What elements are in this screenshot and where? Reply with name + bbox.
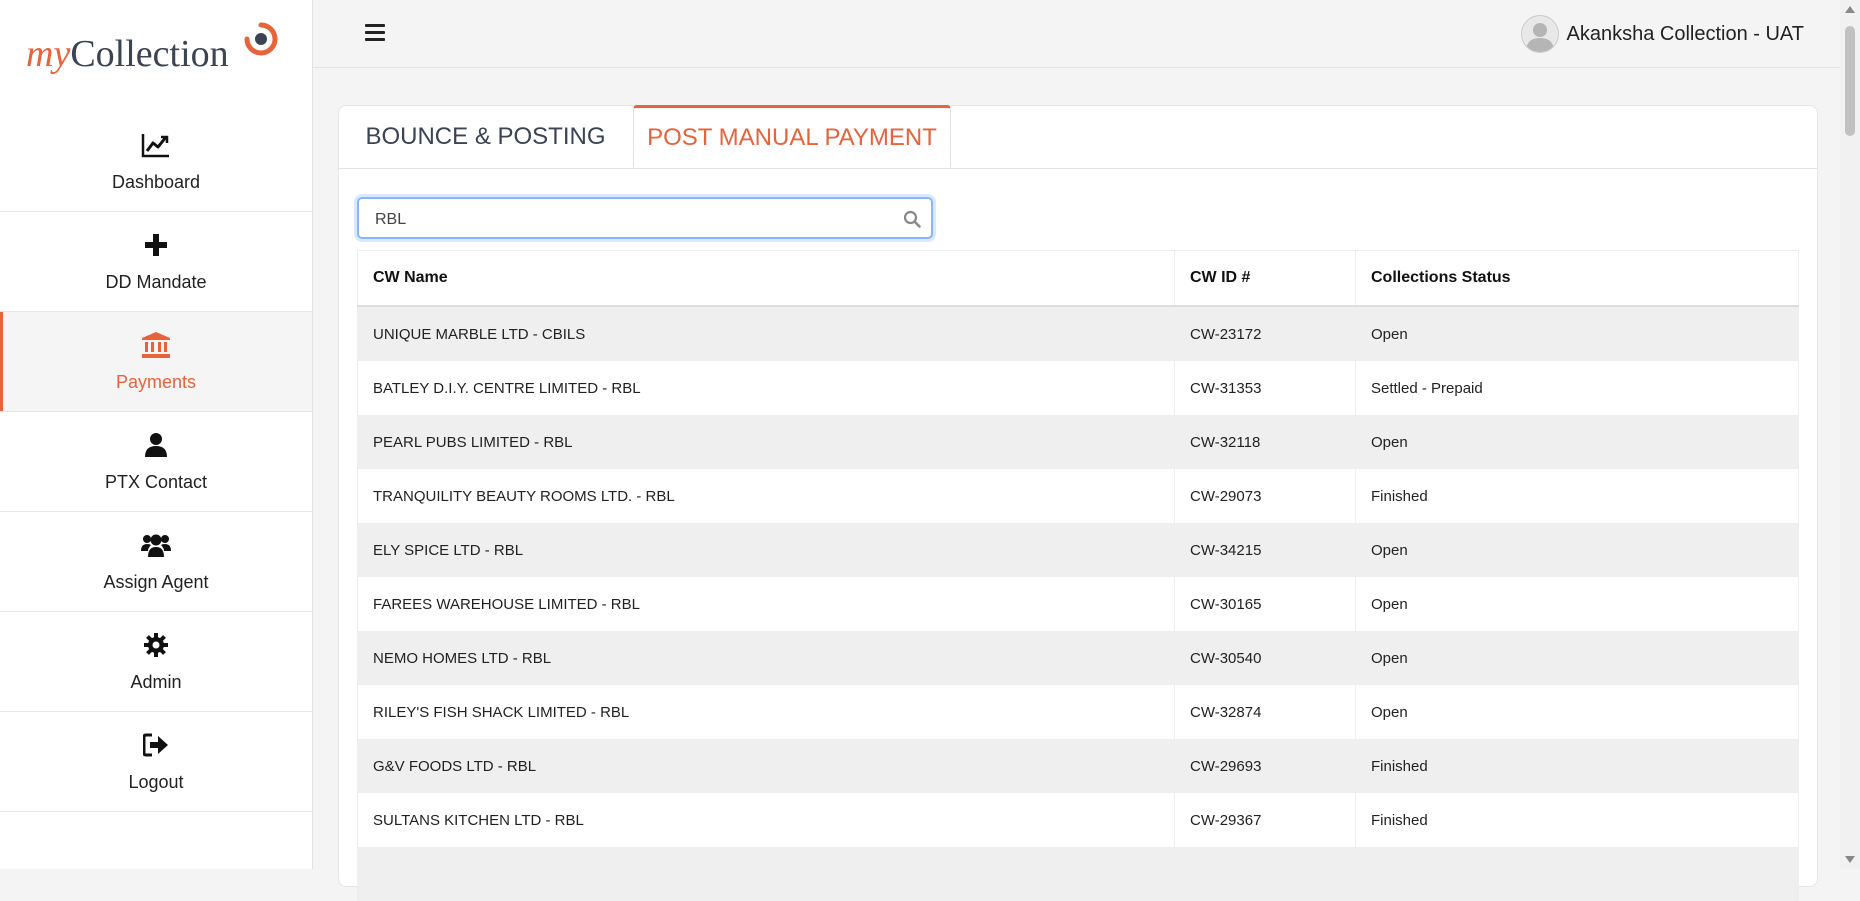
cell-cw-id: CW-30165	[1174, 577, 1356, 631]
cell-cw-id: CW-32118	[1174, 415, 1356, 469]
cell-cw-name: BATLEY D.I.Y. CENTRE LIMITED - RBL	[357, 361, 1175, 415]
table-row[interactable]: SULTANS KITCHEN LTD - RBL CW-29367 Finis…	[357, 793, 1799, 847]
search-icon[interactable]	[903, 210, 921, 228]
cell-cw-name: NEMO HOMES LTD - RBL	[357, 631, 1175, 685]
cell-status: Settled - Prepaid	[1355, 361, 1799, 415]
search-input[interactable]	[373, 207, 877, 233]
cell-cw-id	[1174, 847, 1356, 901]
chart-line-icon	[141, 130, 171, 160]
tab-post-manual-payment[interactable]: POST MANUAL PAYMENT	[633, 105, 951, 168]
cell-cw-id: CW-29073	[1174, 469, 1356, 523]
table-row[interactable]: FAREES WAREHOUSE LIMITED - RBL CW-30165 …	[357, 577, 1799, 631]
logo-collection: Collection	[70, 33, 229, 75]
search-box	[357, 197, 933, 239]
cell-status: Open	[1355, 631, 1799, 685]
table-row[interactable]: ELY SPICE LTD - RBL CW-34215 Open	[357, 523, 1799, 577]
results-table: CW Name CW ID # Collections Status UNIQU…	[357, 250, 1799, 901]
cell-cw-id: CW-30540	[1174, 631, 1356, 685]
table-row[interactable]: BATLEY D.I.Y. CENTRE LIMITED - RBL CW-31…	[357, 361, 1799, 415]
table-row[interactable]: NEMO HOMES LTD - RBL CW-30540 Open	[357, 631, 1799, 685]
gear-icon	[141, 630, 171, 660]
column-header-status[interactable]: Collections Status	[1355, 250, 1799, 307]
sidebar-item-assign-agent[interactable]: Assign Agent	[0, 512, 312, 612]
sidebar-item-ptx-contact[interactable]: PTX Contact	[0, 412, 312, 512]
sidebar-item-label: Logout	[128, 772, 184, 792]
logo-mark-icon	[244, 22, 278, 56]
sidebar-item-payments[interactable]: Payments	[0, 312, 312, 412]
column-header-cw-id[interactable]: CW ID #	[1174, 250, 1356, 307]
logo-my: my	[26, 33, 71, 75]
sidebar-nav: Dashboard DD Mandate Payments PTX Contac…	[0, 112, 312, 812]
avatar	[1520, 15, 1559, 53]
cell-cw-name: G&V FOODS LTD - RBL	[357, 739, 1175, 793]
menu-toggle-icon[interactable]	[365, 24, 385, 42]
cell-cw-name: ELY SPICE LTD - RBL	[357, 523, 1175, 577]
cell-cw-name: SULTANS KITCHEN LTD - RBL	[357, 793, 1175, 847]
scroll-down-icon[interactable]	[1845, 856, 1855, 863]
sidebar-item-dashboard[interactable]: Dashboard	[0, 112, 312, 212]
table-row[interactable]: TRANQUILITY BEAUTY ROOMS LTD. - RBL CW-2…	[357, 469, 1799, 523]
cell-status: Finished	[1355, 739, 1799, 793]
sidebar-item-label: Assign Agent	[103, 572, 209, 592]
sidebar: myCollection Dashboard DD Mandate Paymen…	[0, 0, 313, 869]
sidebar-item-dd-mandate[interactable]: DD Mandate	[0, 212, 312, 312]
cell-status: Open	[1355, 306, 1799, 361]
sidebar-item-admin[interactable]: Admin	[0, 612, 312, 712]
cell-cw-name: UNIQUE MARBLE LTD - CBILS	[357, 306, 1175, 361]
sign-out-icon	[141, 730, 171, 760]
user-icon	[141, 430, 171, 460]
table-header-row: CW Name CW ID # Collections Status	[357, 250, 1799, 307]
cell-status: Finished	[1355, 469, 1799, 523]
column-header-cw-name[interactable]: CW Name	[357, 250, 1175, 307]
cell-status	[1355, 847, 1799, 901]
cell-status: Finished	[1355, 793, 1799, 847]
sidebar-item-label: Admin	[130, 672, 182, 692]
tab-bounce-posting[interactable]: BOUNCE & POSTING	[339, 106, 632, 168]
logo-text: myCollection	[26, 32, 229, 76]
cell-status: Open	[1355, 415, 1799, 469]
cell-cw-id: CW-31353	[1174, 361, 1356, 415]
sidebar-item-logout[interactable]: Logout	[0, 712, 312, 812]
cell-cw-name: FAREES WAREHOUSE LIMITED - RBL	[357, 577, 1175, 631]
main-card: BOUNCE & POSTING POST MANUAL PAYMENT CW …	[338, 105, 1818, 901]
table-row[interactable]: G&V FOODS LTD - RBL CW-29693 Finished	[357, 739, 1799, 793]
cell-cw-name	[357, 847, 1175, 901]
cell-cw-id: CW-29367	[1174, 793, 1356, 847]
user-name: Akanksha Collection - UAT	[1566, 22, 1805, 45]
sidebar-item-label: Dashboard	[111, 172, 201, 192]
scroll-up-icon[interactable]	[1845, 6, 1855, 13]
table-row[interactable]: PEARL PUBS LIMITED - RBL CW-32118 Open	[357, 415, 1799, 469]
bank-icon	[141, 330, 171, 360]
table-row[interactable]	[357, 847, 1799, 901]
logo[interactable]: myCollection	[26, 22, 286, 82]
cell-cw-name: PEARL PUBS LIMITED - RBL	[357, 415, 1175, 469]
plus-icon	[141, 230, 171, 260]
cell-status: Open	[1355, 577, 1799, 631]
cell-cw-id: CW-29693	[1174, 739, 1356, 793]
user-menu[interactable]: Akanksha Collection - UAT	[1520, 15, 1805, 53]
table-row[interactable]: UNIQUE MARBLE LTD - CBILS CW-23172 Open	[357, 306, 1799, 361]
cell-status: Open	[1355, 685, 1799, 739]
cell-cw-id: CW-32874	[1174, 685, 1356, 739]
table-row[interactable]: RILEY'S FISH SHACK LIMITED - RBL CW-3287…	[357, 685, 1799, 739]
cell-cw-id: CW-23172	[1174, 306, 1356, 361]
cell-cw-name: RILEY'S FISH SHACK LIMITED - RBL	[357, 685, 1175, 739]
page-scrollbar[interactable]	[1840, 0, 1860, 869]
sidebar-item-label: Payments	[115, 372, 197, 392]
tab-bar: BOUNCE & POSTING POST MANUAL PAYMENT	[339, 105, 1817, 169]
scroll-thumb[interactable]	[1845, 26, 1855, 136]
users-icon	[141, 530, 171, 560]
top-bar: Akanksha Collection - UAT	[313, 0, 1860, 68]
sidebar-item-label: DD Mandate	[105, 272, 207, 292]
cell-cw-name: TRANQUILITY BEAUTY ROOMS LTD. - RBL	[357, 469, 1175, 523]
sidebar-item-label: PTX Contact	[104, 472, 208, 492]
cell-status: Open	[1355, 523, 1799, 577]
cell-cw-id: CW-34215	[1174, 523, 1356, 577]
